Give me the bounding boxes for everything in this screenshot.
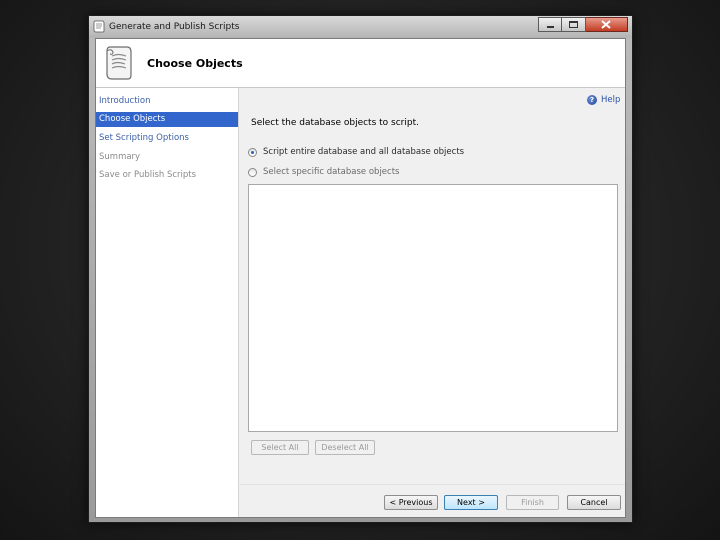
help-icon[interactable]: ? [587, 95, 597, 105]
window-title: Generate and Publish Scripts [109, 22, 240, 32]
close-icon[interactable] [586, 17, 628, 32]
dialog-window: Generate and Publish Scripts Choose Obje… [88, 15, 633, 523]
option-entire-database[interactable]: Script entire database and all database … [248, 147, 464, 157]
script-scroll-icon [106, 46, 132, 80]
deselect-all-button[interactable]: Deselect All [315, 440, 375, 455]
previous-button[interactable]: < Previous [384, 495, 438, 510]
footer-divider [238, 484, 625, 485]
next-button[interactable]: Next > [444, 495, 498, 510]
wizard-nav: Introduction Choose Objects Set Scriptin… [96, 88, 239, 517]
nav-item-choose-objects[interactable]: Choose Objects [96, 112, 238, 127]
help-link[interactable]: Help [601, 95, 620, 105]
page-title: Choose Objects [147, 57, 243, 70]
instruction-text: Select the database objects to script. [251, 118, 419, 128]
nav-item-introduction[interactable]: Introduction [96, 94, 238, 109]
option-label: Script entire database and all database … [263, 147, 465, 157]
radio-button[interactable] [248, 167, 257, 177]
option-label: Select specific database objects [263, 167, 400, 177]
maximize-icon[interactable] [562, 17, 586, 32]
minimize-icon[interactable] [538, 17, 562, 32]
finish-button[interactable]: Finish [506, 495, 559, 510]
nav-item-set-scripting-options[interactable]: Set Scripting Options [96, 131, 238, 146]
title-bar[interactable]: Generate and Publish Scripts [89, 16, 632, 38]
cancel-button[interactable]: Cancel [567, 495, 621, 510]
object-tree-list[interactable] [248, 184, 618, 432]
nav-item-save-or-publish: Save or Publish Scripts [99, 170, 197, 180]
script-icon [93, 20, 105, 33]
option-specific-objects[interactable]: Select specific database objects [248, 167, 399, 177]
nav-item-summary: Summary [99, 152, 141, 162]
dialog-client: Choose Objects Introduction Choose Objec… [95, 38, 626, 518]
radio-button-selected[interactable] [248, 147, 257, 157]
select-all-button[interactable]: Select All [251, 440, 309, 455]
page-header: Choose Objects [96, 39, 625, 88]
